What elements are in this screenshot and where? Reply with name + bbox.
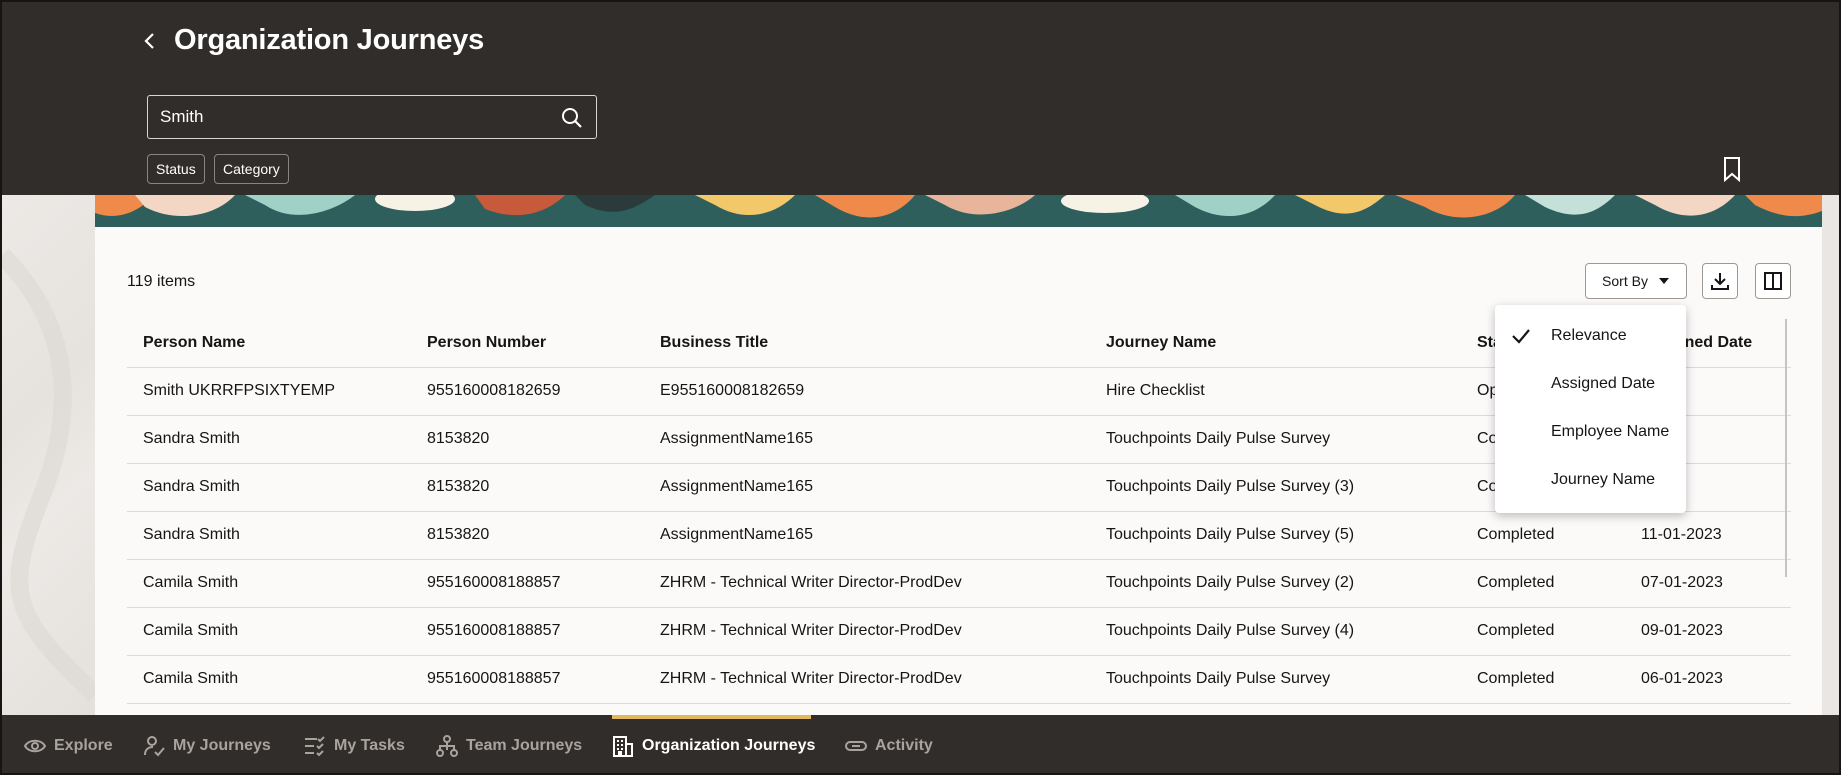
cell-person-number: 955160008188857 <box>411 607 644 656</box>
cell-business-title: ZHRM - Technical Writer Director-ProdDev <box>644 607 1090 656</box>
table-row[interactable]: Camila Smith 955160008188857 ZHRM - Tech… <box>127 559 1791 608</box>
link-icon <box>845 741 867 751</box>
columns-panel-button[interactable] <box>1755 263 1791 299</box>
cell-business-title: E955160008182659 <box>644 367 1090 416</box>
building-icon <box>613 736 633 757</box>
bottom-navigation: Explore My Journeys My Tasks Team Journe… <box>2 715 1839 773</box>
cell-journey-name: Touchpoints Daily Pulse Survey (2) <box>1090 559 1461 608</box>
cell-person-name: Camila Smith <box>127 655 411 704</box>
cell-person-number: 955160008188857 <box>411 655 644 704</box>
nav-label: My Tasks <box>334 737 405 754</box>
cell-journey-name: Touchpoints Daily Pulse Survey (5) <box>1090 511 1461 560</box>
nav-organization-journeys[interactable]: Organization Journeys <box>612 715 816 773</box>
cell-journey-name: Touchpoints Daily Pulse Survey (4) <box>1090 607 1461 656</box>
cell-person-name: Sandra Smith <box>127 415 411 464</box>
eye-icon <box>24 739 46 753</box>
search-input[interactable] <box>160 96 540 138</box>
sort-option-relevance[interactable]: Relevance <box>1495 312 1686 360</box>
sort-option-label: Employee Name <box>1551 423 1670 440</box>
cell-person-name: Smith UKRRFPSIXTYEMP <box>127 367 411 416</box>
filter-chip-category[interactable]: Category <box>214 154 289 184</box>
columns-icon <box>1764 272 1782 290</box>
cell-assigned-date: 09-01-2023 <box>1625 607 1791 656</box>
cell-person-number: 955160008182659 <box>411 367 644 416</box>
column-header-person-number[interactable]: Person Number <box>411 319 644 368</box>
person-check-icon <box>144 736 165 757</box>
cell-journey-name: Touchpoints Daily Pulse Survey (3) <box>1090 463 1461 512</box>
nav-label: Organization Journeys <box>642 737 816 754</box>
cell-status: Completed <box>1461 655 1625 704</box>
bookmark-icon[interactable] <box>1720 156 1744 182</box>
nav-label: Activity <box>875 737 933 754</box>
page-title: Organization Journeys <box>174 24 485 56</box>
checkmark-icon <box>1512 329 1530 344</box>
cell-person-name: Camila Smith <box>127 559 411 608</box>
sort-menu: Relevance Assigned Date Employee Name Jo… <box>1495 305 1686 513</box>
sort-option-label: Journey Name <box>1551 471 1656 488</box>
sort-by-label: Sort By <box>1602 273 1648 289</box>
nav-label: My Journeys <box>173 737 271 754</box>
column-header-business-title[interactable]: Business Title <box>644 319 1090 368</box>
cell-business-title: ZHRM - Technical Writer Director-ProdDev <box>644 655 1090 704</box>
cell-person-number: 8153820 <box>411 463 644 512</box>
nav-my-journeys[interactable]: My Journeys <box>143 715 271 773</box>
table-row[interactable]: Sandra Smith 8153820 AssignmentName165 T… <box>127 511 1791 560</box>
cell-business-title: ZHRM - Technical Writer Director-ProdDev <box>644 559 1090 608</box>
nav-my-tasks[interactable]: My Tasks <box>304 715 405 773</box>
nav-team-journeys[interactable]: Team Journeys <box>436 715 583 773</box>
sort-option-journey-name[interactable]: Journey Name <box>1495 456 1686 504</box>
download-icon <box>1711 273 1729 290</box>
cell-business-title: AssignmentName165 <box>644 415 1090 464</box>
cell-person-number: 955160008188857 <box>411 559 644 608</box>
cell-person-name: Sandra Smith <box>127 463 411 512</box>
org-chart-icon <box>436 735 458 757</box>
sort-option-label: Assigned Date <box>1551 375 1656 392</box>
download-button[interactable] <box>1702 263 1738 299</box>
filter-chip-status[interactable]: Status <box>147 154 205 184</box>
decorative-background-right <box>1822 195 1839 715</box>
table-scrollbar[interactable] <box>1785 319 1787 577</box>
search-box <box>147 95 597 139</box>
nav-label: Explore <box>54 737 113 754</box>
cell-business-title: AssignmentName165 <box>644 511 1090 560</box>
cell-journey-name: Hire Checklist <box>1090 367 1461 416</box>
chevron-left-icon <box>144 33 154 49</box>
nav-activity[interactable]: Activity <box>845 715 933 773</box>
item-count: 119 items <box>127 273 196 290</box>
sort-option-employee-name[interactable]: Employee Name <box>1495 408 1686 456</box>
nav-label: Team Journeys <box>466 737 583 754</box>
column-header-journey-name[interactable]: Journey Name <box>1090 319 1461 368</box>
table-row[interactable]: Camila Smith 955160008188857 ZHRM - Tech… <box>127 607 1791 656</box>
cell-status: Completed <box>1461 559 1625 608</box>
sort-option-label: Relevance <box>1551 327 1627 344</box>
table-row[interactable]: Camila Smith 955160008188857 ZHRM - Tech… <box>127 655 1791 704</box>
checklist-icon <box>305 736 325 757</box>
cell-assigned-date: 06-01-2023 <box>1625 655 1791 704</box>
cell-status: Completed <box>1461 511 1625 560</box>
back-button[interactable] <box>138 26 162 56</box>
cell-journey-name: Touchpoints Daily Pulse Survey <box>1090 415 1461 464</box>
cell-status: Completed <box>1461 607 1625 656</box>
nav-explore[interactable]: Explore <box>24 715 113 773</box>
cell-business-title: AssignmentName165 <box>644 463 1090 512</box>
cell-person-number: 8153820 <box>411 511 644 560</box>
sort-option-assigned-date[interactable]: Assigned Date <box>1495 360 1686 408</box>
page-header: Organization Journeys Status Category <box>2 2 1839 195</box>
cell-person-name: Sandra Smith <box>127 511 411 560</box>
cell-journey-name: Touchpoints Daily Pulse Survey <box>1090 655 1461 704</box>
cell-assigned-date: 07-01-2023 <box>1625 559 1791 608</box>
decorative-banner <box>95 195 1822 227</box>
cell-person-name: Camila Smith <box>127 607 411 656</box>
cell-assigned-date: 11-01-2023 <box>1625 511 1791 560</box>
caret-down-icon <box>1658 278 1669 284</box>
app-window: Organization Journeys Status Category <box>0 0 1841 775</box>
column-header-person-name[interactable]: Person Name <box>127 319 411 368</box>
sort-by-button[interactable]: Sort By <box>1585 263 1687 299</box>
decorative-background <box>2 195 102 715</box>
cell-person-number: 8153820 <box>411 415 644 464</box>
search-icon[interactable] <box>560 106 584 130</box>
